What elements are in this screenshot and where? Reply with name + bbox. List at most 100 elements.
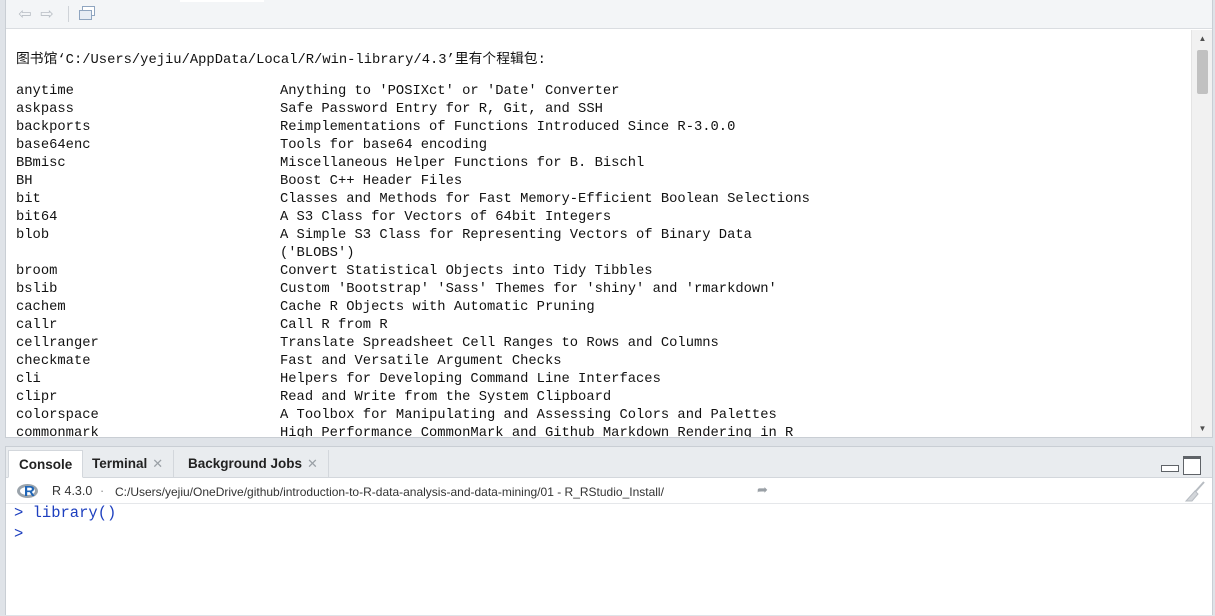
minimize-pane-button[interactable] — [1160, 457, 1179, 472]
package-row: BH Boost C++ Header Files — [16, 173, 1186, 191]
package-title-line: Tools for base64 encoding — [280, 138, 487, 153]
package-title: Cache R Objects with Automatic Pruning — [280, 299, 595, 317]
package-title-line: Fast and Versatile Argument Checks — [280, 354, 562, 369]
package-title: A Simple S3 Class for Representing Vecto… — [280, 227, 752, 263]
package-title-line: Miscellaneous Helper Functions for B. Bi… — [280, 156, 645, 171]
package-title-line: A S3 Class for Vectors of 64bit Integers — [280, 210, 612, 225]
package-list: anytime Anything to 'POSIXct' or 'Date' C… — [16, 83, 1186, 437]
tab-terminal[interactable]: Terminal ✕ — [82, 450, 175, 478]
path-separator: · — [100, 484, 105, 498]
library-output: 图书馆‘C:/Users/yejiu/AppData/Local/R/win-l… — [6, 30, 1192, 437]
package-title: Classes and Methods for Fast Memory-Effi… — [280, 191, 810, 209]
close-icon[interactable]: ✕ — [307, 456, 318, 471]
package-title-line: Reimplementations of Functions Introduce… — [280, 120, 736, 135]
package-title-line: Read and Write from the System Clipboard — [280, 390, 612, 405]
scroll-down-icon[interactable]: ▼ — [1192, 420, 1213, 437]
package-row: callr Call R from R — [16, 317, 1186, 335]
scroll-up-icon[interactable]: ▲ — [1192, 30, 1213, 47]
package-name: clipr — [16, 390, 58, 405]
viewer-scrollbar[interactable]: ▲ ▼ — [1191, 30, 1212, 437]
package-row: anytime Anything to 'POSIXct' or 'Date' C… — [16, 83, 1186, 101]
package-row: blob A Simple S3 Class for Representing V… — [16, 227, 1186, 263]
package-title-line: Cache R Objects with Automatic Pruning — [280, 300, 595, 315]
r-version: R 4.3.0 — [52, 484, 93, 498]
package-name: blob — [16, 228, 50, 243]
back-arrow-icon[interactable]: ⇦ — [16, 6, 34, 24]
console-path-bar: R R 4.3.0 · C:/Users/yejiu/OneDrive/gith… — [6, 479, 1212, 504]
package-name: callr — [16, 318, 58, 333]
package-row: bit Classes and Methods for Fast Memory-E… — [16, 191, 1186, 209]
package-row: BBmisc Miscellaneous Helper Functions for… — [16, 155, 1186, 173]
package-name: bit — [16, 192, 41, 207]
tab-background-jobs-label: Background Jobs — [188, 456, 303, 471]
show-in-window-icon[interactable] — [78, 6, 96, 24]
package-title: A Toolbox for Manipulating and Assessing… — [280, 407, 777, 425]
package-title: Fast and Versatile Argument Checks — [280, 353, 562, 371]
tab-background-jobs[interactable]: Background Jobs ✕ — [178, 450, 329, 478]
broom-icon[interactable] — [1184, 480, 1206, 502]
console-tab-bar: Console Terminal ✕ Background Jobs ✕ — [6, 447, 1212, 478]
package-title: Boost C++ Header Files — [280, 173, 462, 191]
package-name: backports — [16, 120, 91, 135]
package-title-line: Classes and Methods for Fast Memory-Effi… — [280, 192, 810, 207]
toolbar-divider — [68, 6, 69, 22]
tab-console[interactable]: Console — [8, 450, 84, 478]
package-row: base64enc Tools for base64 encoding — [16, 137, 1186, 155]
console-line: > library() — [14, 504, 117, 522]
package-title: Custom 'Bootstrap' 'Sass' Themes for 'sh… — [280, 281, 777, 299]
package-name: broom — [16, 264, 58, 279]
viewer-toolbar: ⇦ ⇨ — [6, 0, 1212, 29]
package-title-line: Anything to 'POSIXct' or 'Date' Converte… — [280, 84, 620, 99]
package-name: BH — [16, 174, 33, 189]
tab-terminal-label: Terminal — [92, 456, 148, 471]
package-row: checkmate Fast and Versatile Argument Che… — [16, 353, 1186, 371]
package-row: cli Helpers for Developing Command Line I… — [16, 371, 1186, 389]
package-title: Tools for base64 encoding — [280, 137, 487, 155]
package-title-line: Helpers for Developing Command Line Inte… — [280, 372, 661, 387]
package-title: Read and Write from the System Clipboard — [280, 389, 611, 407]
package-row: bslib Custom 'Bootstrap' 'Sass' Themes fo… — [16, 281, 1186, 299]
package-title-line: Custom 'Bootstrap' 'Sass' Themes for 'sh… — [280, 282, 777, 297]
package-row: backports Reimplementations of Functions … — [16, 119, 1186, 137]
goto-directory-icon[interactable]: ➦ — [757, 482, 768, 498]
package-name: askpass — [16, 102, 74, 117]
package-name: cellranger — [16, 336, 99, 351]
package-title-line: Safe Password Entry for R, Git, and SSH — [280, 102, 603, 117]
package-title-line: ('BLOBS') — [280, 246, 355, 261]
package-title: Helpers for Developing Command Line Inte… — [280, 371, 661, 389]
package-title: Reimplementations of Functions Introduce… — [280, 119, 735, 137]
r-logo-icon: R — [17, 483, 39, 500]
package-title: Translate Spreadsheet Cell Ranges to Row… — [280, 335, 719, 353]
package-title-line: Translate Spreadsheet Cell Ranges to Row… — [280, 336, 719, 351]
package-row: clipr Read and Write from the System Clip… — [16, 389, 1186, 407]
viewer-tab-stub — [180, 0, 264, 2]
console-pane: Console Terminal ✕ Background Jobs ✕ R R 4… — [5, 446, 1213, 615]
package-title-line: High Performance CommonMark and Github M… — [280, 426, 794, 437]
package-name: cachem — [16, 300, 66, 315]
package-row: colorspace A Toolbox for Manipulating and… — [16, 407, 1186, 425]
library-header: 图书馆‘C:/Users/yejiu/AppData/Local/R/win-l… — [16, 53, 546, 68]
package-name: colorspace — [16, 408, 99, 423]
package-title: Call R from R — [280, 317, 388, 335]
package-title: Anything to 'POSIXct' or 'Date' Converte… — [280, 83, 619, 101]
package-name: cli — [16, 372, 41, 387]
package-row: cellranger Translate Spreadsheet Cell Ran… — [16, 335, 1186, 353]
close-icon[interactable]: ✕ — [152, 456, 163, 471]
forward-arrow-icon[interactable]: ⇨ — [38, 6, 56, 24]
scrollbar-thumb[interactable] — [1197, 50, 1208, 94]
console-output[interactable]: > library() > — [6, 504, 1212, 616]
working-directory: C:/Users/yejiu/OneDrive/github/introduct… — [115, 485, 664, 499]
package-title-line: Convert Statistical Objects into Tidy Ti… — [280, 264, 653, 279]
package-row: cachem Cache R Objects with Automatic Pru… — [16, 299, 1186, 317]
maximize-pane-button[interactable] — [1183, 456, 1201, 475]
library-viewer-pane: ⇦ ⇨ 图书馆‘C:/Users/yejiu/AppData/Local/R/w… — [5, 0, 1213, 438]
package-name: commonmark — [16, 426, 99, 437]
package-name: BBmisc — [16, 156, 66, 171]
package-row: broom Convert Statistical Objects into Ti… — [16, 263, 1186, 281]
package-title: Miscellaneous Helper Functions for B. Bi… — [280, 155, 644, 173]
package-title-line: A Simple S3 Class for Representing Vecto… — [280, 228, 752, 243]
package-name: bslib — [16, 282, 58, 297]
console-prompt[interactable]: > — [14, 525, 23, 543]
package-row: askpass Safe Password Entry for R, Git, a… — [16, 101, 1186, 119]
package-row: bit64 A S3 Class for Vectors of 64bit Int… — [16, 209, 1186, 227]
